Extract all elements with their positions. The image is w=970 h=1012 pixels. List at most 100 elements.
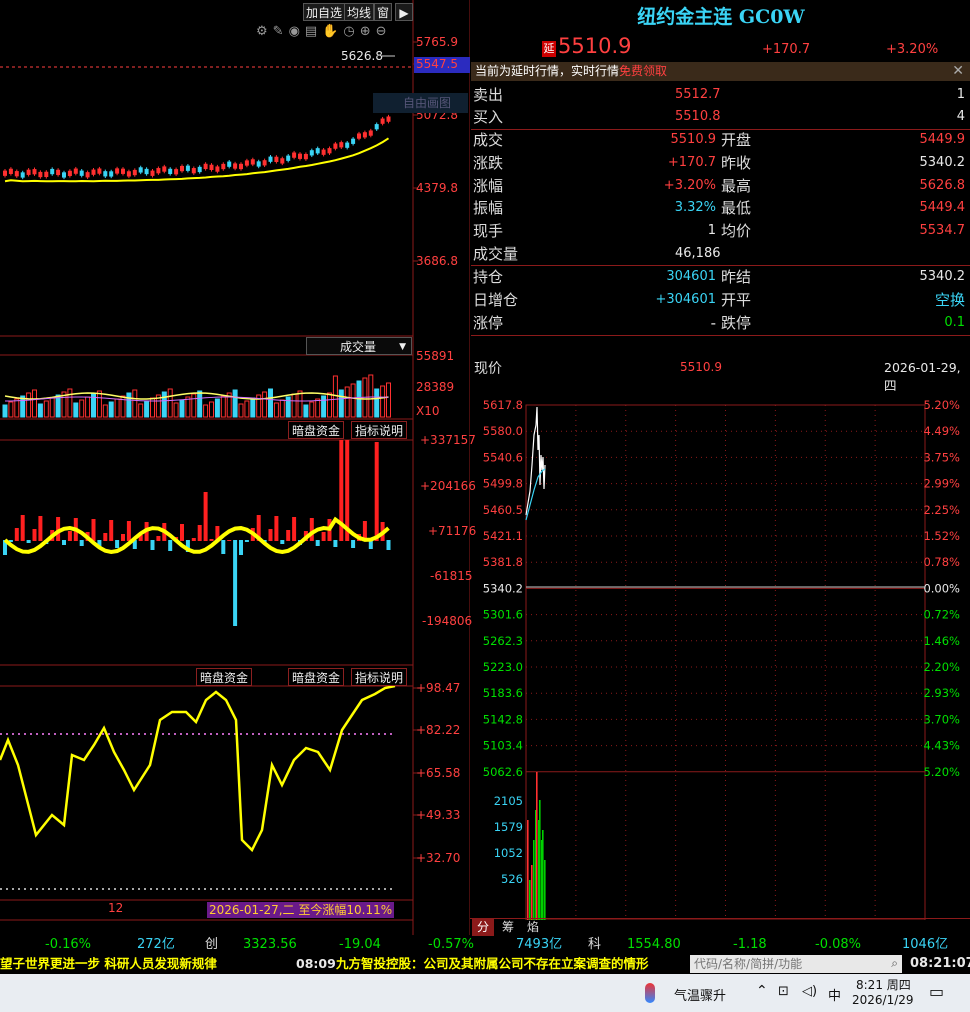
candle — [144, 168, 149, 175]
candle — [351, 138, 356, 144]
candle — [73, 168, 78, 174]
candle — [79, 170, 84, 176]
news-left[interactable]: 望子世界更进一步 科研人员发现新规律 — [0, 954, 217, 974]
volume-bar — [386, 382, 391, 418]
search-box[interactable]: ⌕ — [690, 955, 902, 973]
indicator-help-button[interactable]: 指标说明 — [351, 668, 408, 686]
taskbar-time[interactable]: 8:21 周四 — [856, 976, 911, 993]
chevron-up-icon[interactable]: ⌃ — [756, 983, 768, 999]
volume-bar — [114, 398, 120, 418]
pen-icon[interactable]: ✎ — [273, 24, 289, 39]
tab-flame[interactable]: 焰 — [522, 919, 544, 936]
dark-pool-bar — [67, 531, 72, 541]
chinext-change-pct: -0.57% — [428, 937, 474, 952]
dark-pool-button-left[interactable]: 暗盘资金 — [196, 668, 253, 686]
search-input[interactable] — [690, 955, 880, 973]
stat-value: 5449.9 — [919, 132, 966, 147]
zoom-in-icon[interactable]: ⊕ — [360, 24, 376, 39]
candle — [321, 149, 326, 155]
candle — [380, 118, 385, 124]
price-tick: 5765.9 — [416, 35, 458, 49]
volume-bar — [167, 388, 173, 418]
clock-icon[interactable]: ◷ — [343, 24, 359, 39]
notification-icon[interactable]: ▭ — [929, 982, 944, 1001]
range-note: 2026-01-27,二 至今涨幅10.11% — [207, 902, 395, 918]
eye-icon[interactable]: ◉ — [289, 24, 305, 39]
open-close-label: 开平 — [721, 291, 752, 309]
stat-label: 开盘 — [721, 131, 752, 149]
pct-tick-label: 1.52% — [923, 529, 960, 543]
thermometer-icon[interactable] — [645, 983, 655, 1003]
kline-chart-area[interactable] — [0, 0, 470, 935]
volume-bar — [531, 865, 533, 920]
avg-line-button[interactable]: 均线 — [344, 3, 375, 21]
price-tick-label: 5617.8 — [483, 398, 523, 412]
stat-label: 振幅 — [473, 199, 504, 218]
pct-tick-label: 5.20% — [923, 765, 960, 779]
intraday-price: 5510.9 — [680, 360, 722, 374]
dark-pool-button[interactable]: 暗盘资金 — [288, 421, 345, 439]
dark-pool-bar — [239, 540, 243, 555]
chinext-turnover: 7493亿 — [516, 937, 563, 952]
price-tick-label: 5460.5 — [483, 503, 523, 517]
tab-minute[interactable]: 分 — [472, 919, 494, 936]
volume-multiplier: X10 — [416, 404, 440, 418]
taskbar-date[interactable]: 2026/1/29 — [852, 993, 914, 1007]
volume-bar — [138, 403, 144, 418]
drawing-overlay[interactable]: 自由画图 — [373, 93, 468, 113]
volume-icon[interactable]: ◁) — [802, 984, 817, 999]
candle — [138, 167, 143, 173]
ime-indicator[interactable]: 中 — [828, 985, 841, 1004]
weather-text[interactable]: 气温骤升 — [674, 985, 726, 1004]
pct-tick-label: 3.75% — [923, 450, 960, 464]
trash-icon[interactable]: ▤ — [305, 24, 322, 39]
candle — [256, 161, 261, 167]
volume-bar — [315, 398, 321, 418]
close-icon[interactable]: ✕ — [952, 62, 964, 81]
volume-bar — [285, 396, 291, 418]
candle — [121, 168, 125, 174]
network-icon[interactable]: ⊡ — [778, 984, 789, 999]
star-turnover: 1046亿 — [902, 937, 949, 952]
indicator-line — [0, 684, 396, 853]
intraday-date: 2026-01-29,四 — [884, 360, 961, 393]
free-upgrade-link[interactable]: 免费领取 — [619, 64, 667, 78]
price-tick: 5547.5 — [416, 57, 458, 71]
pct-tick-label: 3.70% — [923, 712, 960, 726]
tab-chips[interactable]: 筹 — [497, 919, 519, 936]
volume-bar — [214, 398, 220, 418]
news-time: 08:09 — [296, 956, 336, 971]
volume-bar — [102, 404, 108, 418]
volume-row: 成交量 46,186 — [473, 243, 968, 265]
indicator-select[interactable]: 成交量 ▼ — [306, 337, 412, 355]
dark-pool-bar — [280, 540, 285, 544]
pct-tick-label: 5.20% — [923, 398, 960, 412]
delay-badge: 延 — [542, 41, 556, 57]
add-watchlist-button[interactable]: 加自选 — [303, 3, 346, 21]
price-tick-label: 5103.4 — [483, 739, 523, 753]
news-right[interactable]: 九方智投控股：公司及其附属公司不存在立案调查的情形 — [336, 954, 649, 974]
price-tick-label: 5262.3 — [483, 634, 523, 648]
stat-label: 涨幅 — [473, 176, 504, 195]
price-tick: 3686.8 — [416, 254, 458, 268]
indicator-tick: +32.70 — [416, 851, 461, 865]
expand-arrow-icon[interactable]: ▶ — [395, 3, 413, 21]
volume-bar — [26, 392, 32, 418]
stat-value: 1 — [707, 223, 716, 239]
candle — [274, 156, 279, 162]
candle — [286, 155, 291, 161]
candle — [386, 116, 391, 122]
dark-pool-button[interactable]: 暗盘资金 — [288, 668, 345, 686]
search-icon[interactable]: ⌕ — [891, 956, 898, 971]
intraday-chart[interactable]: 5617.8 5580.0 5540.6 5499.8 5460.5 5421.1 5381… — [470, 395, 970, 920]
zoom-out-icon[interactable]: ⊖ — [376, 24, 392, 39]
window-button[interactable]: 窗 — [374, 3, 393, 21]
hand-icon[interactable]: ✋ — [322, 24, 343, 39]
pct-tick-label: 0.00% — [923, 581, 960, 595]
settings-icon[interactable]: ⚙ — [256, 24, 273, 39]
dark-pool-bar — [115, 540, 120, 548]
chevron-down-icon: ▼ — [399, 342, 406, 352]
candle — [115, 168, 120, 174]
candle — [327, 148, 332, 154]
indicator-help-button[interactable]: 指标说明 — [351, 421, 408, 439]
